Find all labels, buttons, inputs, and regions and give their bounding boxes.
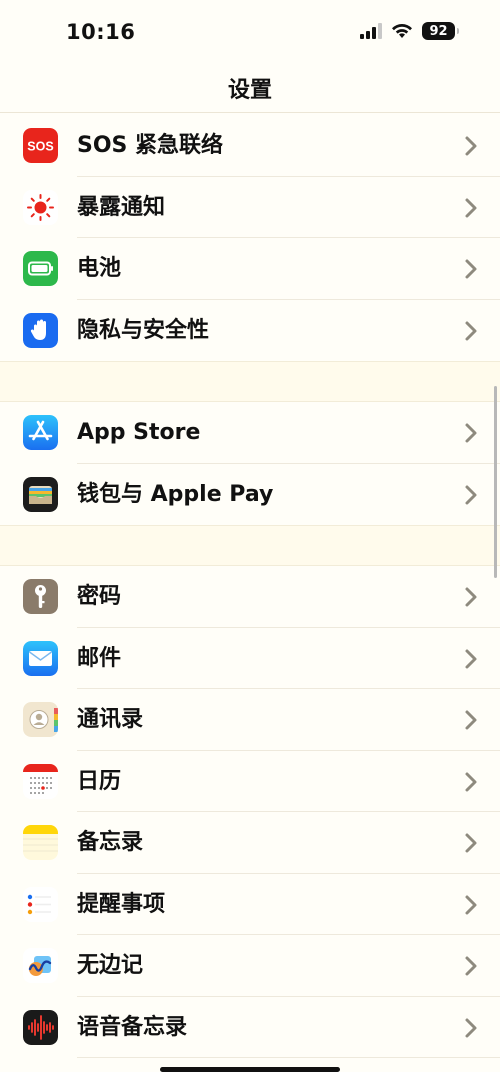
section-gap [0,361,500,402]
settings-row-label: 日历 [77,768,122,794]
settings-row-battery[interactable]: 电池 [0,238,500,300]
notes-icon [23,825,58,860]
cellular-signal-icon [360,23,382,39]
mail-icon [23,640,58,676]
settings-row-mail[interactable]: 邮件 [0,627,500,689]
chevron-right-icon [465,956,477,976]
settings-row-exposure-notifications[interactable]: 暴露通知 [0,176,500,238]
chevron-right-icon [465,136,477,156]
key-icon [23,579,58,614]
chevron-right-icon [465,198,477,217]
calendar-icon [23,763,58,799]
settings-row-label: SOS 紧急联络 [77,133,224,158]
app-store-icon [23,415,58,450]
status-indicators: 92 [360,22,459,40]
settings-row-voice-memos[interactable]: 语音备忘录 [0,996,500,1058]
exposure-notification-icon [23,189,58,225]
settings-row-notes[interactable]: 备忘录 [0,812,500,874]
chevron-right-icon [465,1018,477,1037]
battery-icon [23,251,58,286]
settings-row-label: 电池 [77,256,122,281]
battery-indicator: 92 [422,22,459,40]
wallet-icon [23,476,58,512]
row-separator [77,1057,500,1058]
status-time: 10:16 [66,20,136,44]
page-title: 设置 [227,78,272,103]
freeform-icon [23,948,58,983]
reminders-icon [23,886,58,922]
settings-row-label: 隐私与安全性 [77,317,210,343]
section-gap [0,525,500,566]
battery-level: 92 [429,23,448,39]
settings-row-freeform[interactable]: 无边记 [0,935,500,997]
contacts-icon [23,702,58,737]
settings-row-passwords[interactable]: 密码 [0,566,500,628]
chevron-right-icon [465,587,477,607]
chevron-right-icon [465,710,477,730]
settings-row-label: 无边记 [77,953,144,978]
settings-row-calendar[interactable]: 日历 [0,750,500,812]
scrollbar[interactable] [494,386,497,578]
settings-row-label: 语音备忘录 [77,1014,188,1040]
svg-text:SOS: SOS [27,140,53,154]
wifi-icon [392,23,412,38]
settings-row-label: 钱包与 Apple Pay [77,481,274,507]
settings-row-reminders[interactable]: 提醒事项 [0,873,500,935]
settings-row-label: 通讯录 [77,707,144,732]
settings-row-label: 邮件 [77,645,122,671]
chevron-right-icon [465,259,477,279]
chevron-right-icon [465,772,477,791]
settings-list: SOS SOS 紧急联络 暴露通知 电池 隐私与安全性 App Store 钱包… [0,115,500,1058]
settings-row-contacts[interactable]: 通讯录 [0,689,500,751]
settings-row-label: 备忘录 [77,830,144,855]
status-bar: 10:16 92 [0,0,500,62]
chevron-right-icon [465,895,477,914]
settings-row-privacy-security[interactable]: 隐私与安全性 [0,299,500,361]
settings-row-wallet-apple-pay[interactable]: 钱包与 Apple Pay [0,463,500,525]
settings-row-label: 暴露通知 [77,194,166,220]
settings-row-label: App Store [77,420,201,445]
settings-row-app-store[interactable]: App Store [0,402,500,464]
chevron-right-icon [465,321,477,340]
sos-icon: SOS [23,128,58,163]
privacy-hand-icon [23,312,58,348]
chevron-right-icon [465,423,477,443]
chevron-right-icon [465,485,477,504]
settings-row-label: 密码 [77,584,122,609]
settings-row-emergency-sos[interactable]: SOS SOS 紧急联络 [0,115,500,177]
chevron-right-icon [465,649,477,668]
settings-row-label: 提醒事项 [77,891,166,917]
chevron-right-icon [465,833,477,853]
nav-divider [0,112,500,113]
voice-memos-icon [23,1009,58,1045]
